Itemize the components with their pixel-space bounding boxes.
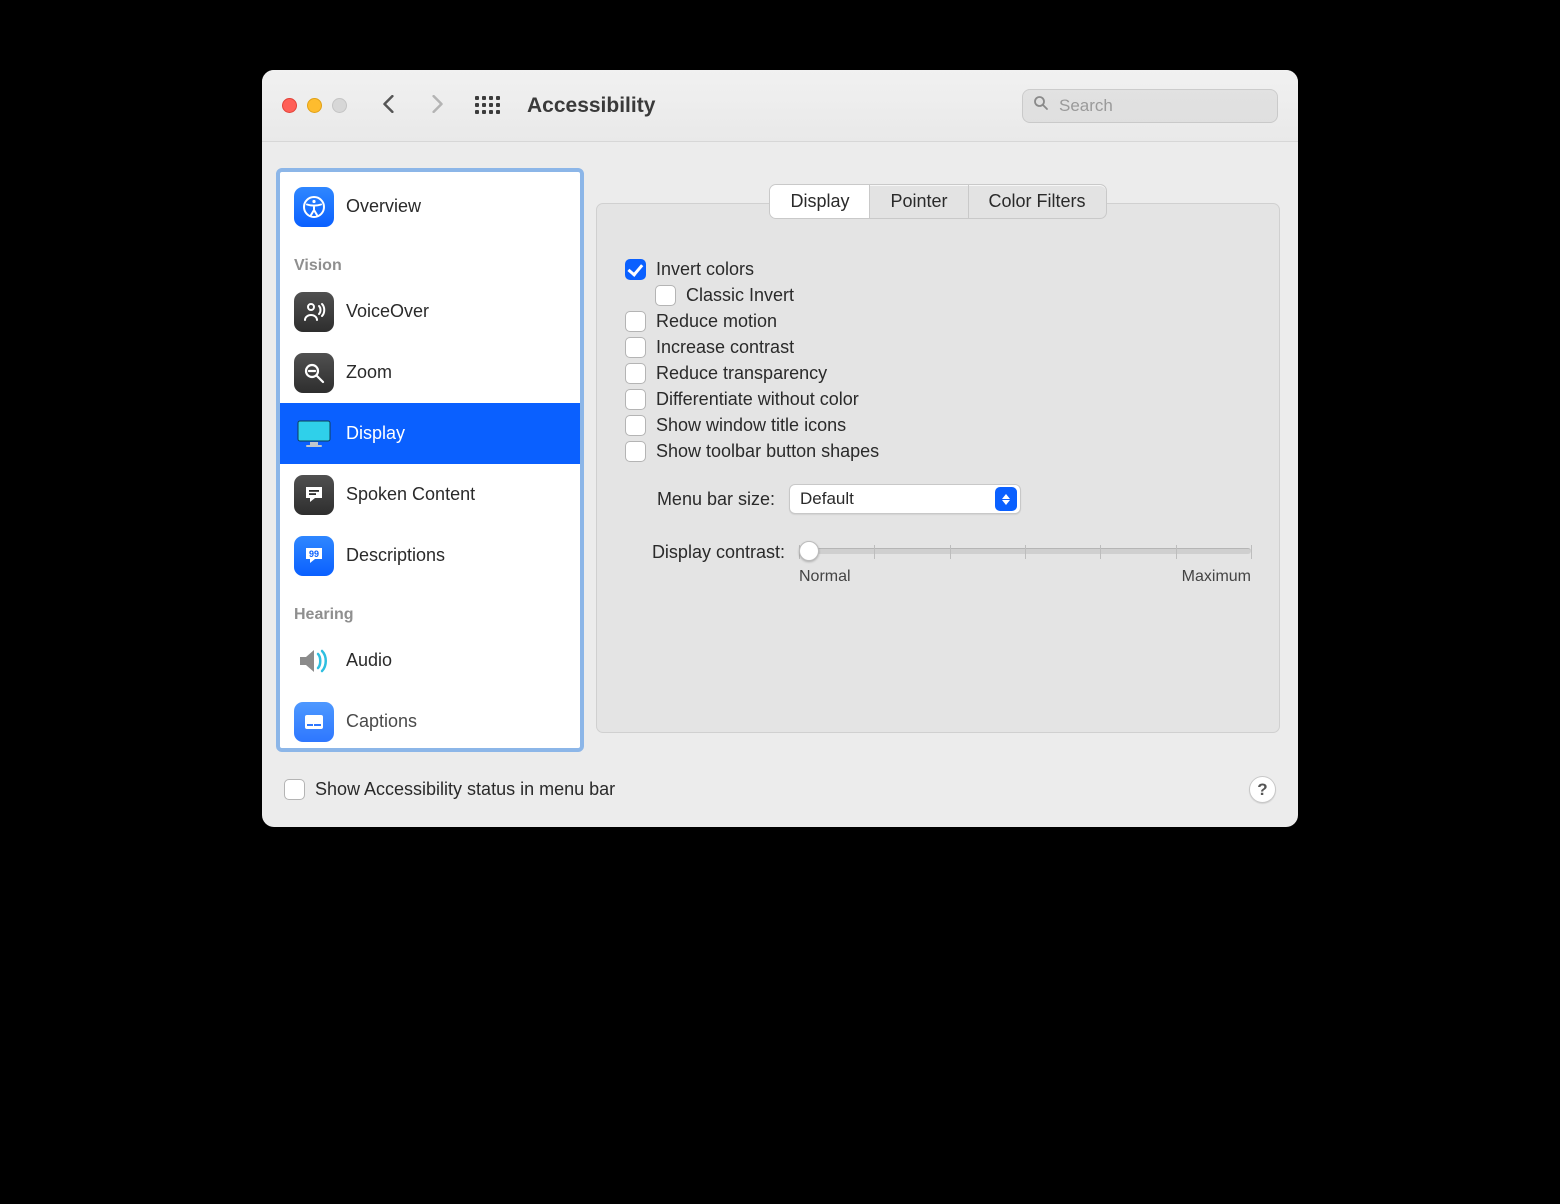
label-invert-colors: Invert colors [656, 259, 754, 280]
label-reduce-transparency: Reduce transparency [656, 363, 827, 384]
search-input[interactable] [1057, 95, 1267, 117]
spoken-content-icon [294, 475, 334, 515]
sidebar-item-label: Descriptions [346, 545, 445, 566]
audio-icon [294, 641, 334, 681]
sidebar-section-vision: Vision [280, 237, 580, 281]
sidebar-item-label: Overview [346, 196, 421, 217]
display-contrast-slider[interactable] [799, 548, 1251, 554]
menu-bar-size-label: Menu bar size: [625, 489, 775, 510]
checkbox-show-window-title-icons[interactable] [625, 415, 646, 436]
label-reduce-motion: Reduce motion [656, 311, 777, 332]
sidebar-item-voiceover[interactable]: VoiceOver [280, 281, 580, 342]
sidebar-section-hearing: Hearing [280, 586, 580, 630]
checkbox-classic-invert[interactable] [655, 285, 676, 306]
sidebar[interactable]: Overview Vision VoiceOver Zoom Displa [276, 168, 584, 752]
tab-pointer[interactable]: Pointer [870, 185, 968, 218]
body: Overview Vision VoiceOver Zoom Displa [262, 142, 1298, 764]
help-button[interactable]: ? [1249, 776, 1276, 803]
label-status-menu-bar: Show Accessibility status in menu bar [315, 779, 615, 800]
voiceover-icon [294, 292, 334, 332]
sidebar-item-audio[interactable]: Audio [280, 630, 580, 691]
forward-button [421, 93, 453, 119]
footer: Show Accessibility status in menu bar ? [262, 764, 1298, 827]
slider-min-label: Normal [799, 568, 851, 586]
display-tabs: Display Pointer Color Filters [769, 184, 1106, 219]
tab-display[interactable]: Display [770, 185, 870, 218]
display-panel: Invert colors Classic Invert Reduce moti… [596, 203, 1280, 733]
checkbox-differentiate-without-color[interactable] [625, 389, 646, 410]
search-icon [1033, 95, 1049, 116]
label-show-toolbar-button-shapes: Show toolbar button shapes [656, 441, 879, 462]
sidebar-item-descriptions[interactable]: 99 Descriptions [280, 525, 580, 586]
label-differentiate-without-color: Differentiate without color [656, 389, 859, 410]
fullscreen-window-button [332, 98, 347, 113]
checkbox-status-menu-bar[interactable] [284, 779, 305, 800]
slider-max-label: Maximum [1182, 568, 1251, 586]
display-contrast-label: Display contrast: [625, 540, 785, 563]
sidebar-item-label: Zoom [346, 362, 392, 383]
menu-bar-size-value: Default [800, 489, 854, 509]
main-content: Display Pointer Color Filters Invert col… [596, 168, 1280, 752]
checkbox-invert-colors[interactable] [625, 259, 646, 280]
checkbox-reduce-motion[interactable] [625, 311, 646, 332]
checkbox-show-toolbar-button-shapes[interactable] [625, 441, 646, 462]
tab-color-filters[interactable]: Color Filters [969, 185, 1106, 218]
preferences-window: Accessibility Overview Vision VoiceOver [262, 70, 1298, 827]
label-classic-invert: Classic Invert [686, 285, 794, 306]
slider-knob[interactable] [799, 541, 819, 561]
display-icon [294, 414, 334, 454]
checkbox-reduce-transparency[interactable] [625, 363, 646, 384]
label-show-window-title-icons: Show window title icons [656, 415, 846, 436]
checkbox-increase-contrast[interactable] [625, 337, 646, 358]
sidebar-item-spoken-content[interactable]: Spoken Content [280, 464, 580, 525]
descriptions-icon: 99 [294, 536, 334, 576]
window-controls [282, 98, 347, 113]
label-increase-contrast: Increase contrast [656, 337, 794, 358]
back-button[interactable] [373, 93, 405, 119]
sidebar-item-display[interactable]: Display [280, 403, 580, 464]
sidebar-item-label: Display [346, 423, 405, 444]
sidebar-item-label: VoiceOver [346, 301, 429, 322]
sidebar-item-overview[interactable]: Overview [280, 176, 580, 237]
search-field[interactable] [1022, 89, 1278, 123]
svg-text:99: 99 [309, 549, 319, 559]
minimize-window-button[interactable] [307, 98, 322, 113]
sidebar-item-label: Audio [346, 650, 392, 671]
menu-bar-size-select[interactable]: Default [789, 484, 1021, 514]
toolbar: Accessibility [262, 70, 1298, 142]
page-title: Accessibility [527, 94, 655, 118]
accessibility-icon [294, 187, 334, 227]
show-all-icon[interactable] [475, 96, 503, 116]
zoom-icon [294, 353, 334, 393]
sidebar-item-zoom[interactable]: Zoom [280, 342, 580, 403]
captions-icon [294, 702, 334, 742]
close-window-button[interactable] [282, 98, 297, 113]
sidebar-item-label: Captions [346, 711, 417, 732]
sidebar-item-label: Spoken Content [346, 484, 475, 505]
sidebar-item-captions[interactable]: Captions [280, 691, 580, 752]
select-arrows-icon [995, 487, 1017, 511]
